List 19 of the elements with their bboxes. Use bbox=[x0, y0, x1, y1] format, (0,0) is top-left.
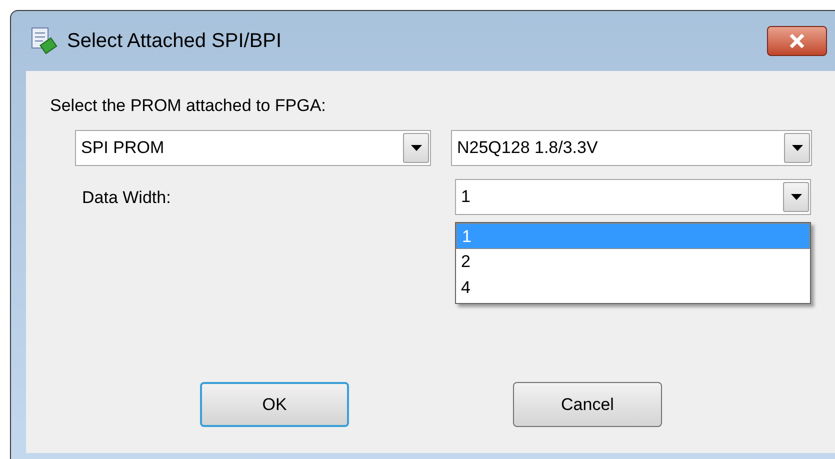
window-title: Select Attached SPI/BPI bbox=[67, 29, 282, 54]
data-width-label: Data Width: bbox=[82, 186, 172, 208]
close-icon bbox=[789, 34, 805, 48]
caret-icon bbox=[790, 194, 802, 200]
dropdown-option[interactable]: 4 bbox=[456, 275, 810, 301]
caret-icon bbox=[792, 144, 802, 150]
dropdown-option[interactable]: 2 bbox=[456, 249, 810, 275]
dropdown-button[interactable] bbox=[784, 132, 810, 162]
caret-icon bbox=[410, 144, 422, 150]
cancel-button[interactable]: Cancel bbox=[513, 382, 662, 427]
ok-button[interactable]: OK bbox=[200, 382, 349, 427]
prom-type-dropdown[interactable]: SPI PROM bbox=[75, 130, 431, 166]
chip-document-icon bbox=[29, 26, 59, 56]
dropdown-button[interactable] bbox=[783, 182, 809, 212]
close-button[interactable] bbox=[767, 26, 827, 56]
prom-label: Select the PROM attached to FPGA: bbox=[50, 95, 327, 117]
dropdown-button[interactable] bbox=[403, 132, 429, 162]
data-width-dropdown[interactable]: 1 bbox=[455, 178, 811, 214]
prom-device-dropdown[interactable]: N25Q128 1.8/3.3V bbox=[451, 130, 812, 166]
